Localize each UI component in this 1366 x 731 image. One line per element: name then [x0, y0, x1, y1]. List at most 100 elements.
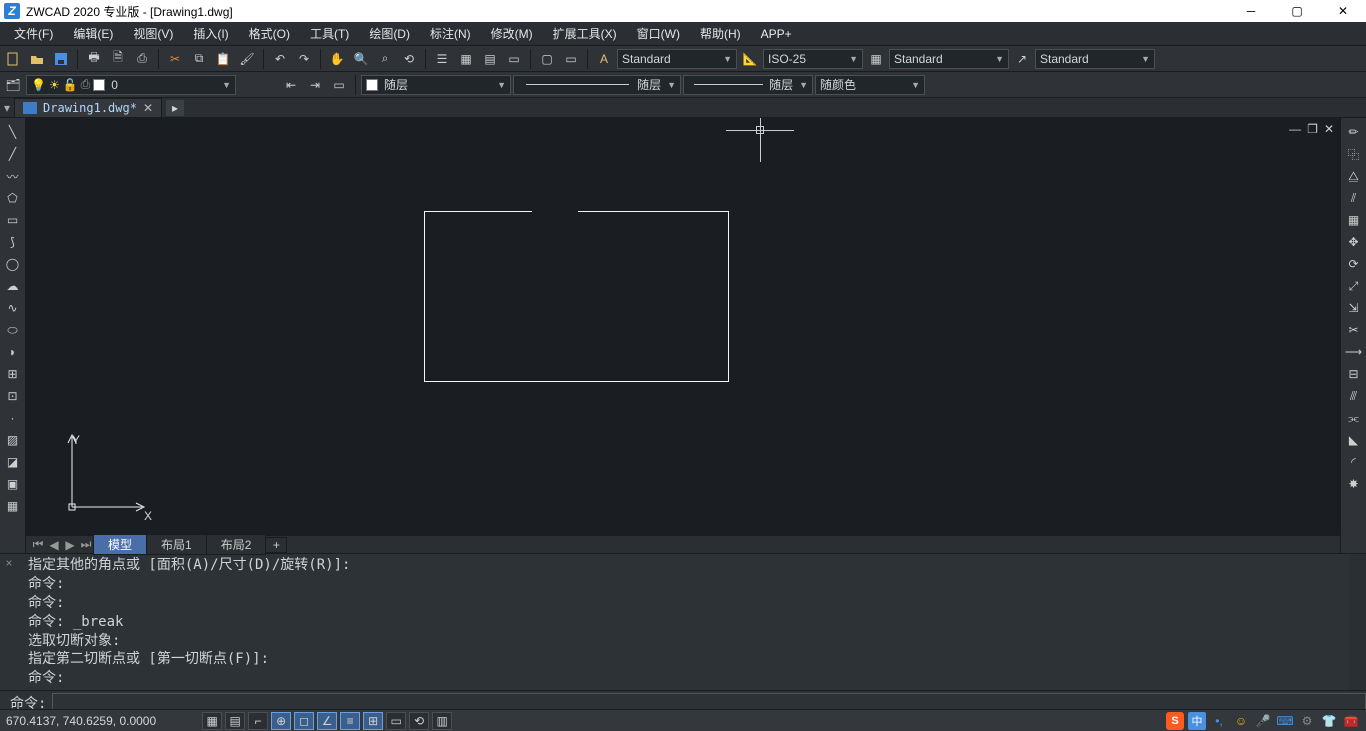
point-tool[interactable]: · — [3, 408, 23, 428]
erase-tool[interactable]: ✏ — [1344, 122, 1364, 142]
scale-tool[interactable]: ⤢ — [1344, 276, 1364, 296]
layout-tab-2[interactable]: 布局2 — [206, 534, 267, 555]
design-center-button[interactable]: ▦ — [455, 48, 477, 70]
polyline-tool[interactable]: 〰 — [3, 166, 23, 186]
tablestyle-dropdown[interactable]: Standard▼ — [889, 49, 1009, 69]
open-button[interactable] — [26, 48, 48, 70]
layout-last-button[interactable]: ⏭ — [78, 537, 94, 553]
table-tool[interactable]: ▦ — [3, 496, 23, 516]
layout-tab-model[interactable]: 模型 — [93, 534, 147, 555]
layer-manager-button[interactable]: 🗂 — [2, 74, 24, 96]
stretch-tool[interactable]: ⇲ — [1344, 298, 1364, 318]
menu-view[interactable]: 视图(V) — [123, 22, 183, 45]
chamfer-tool[interactable]: ◣ — [1344, 430, 1364, 450]
command-window-close-button[interactable]: × — [0, 554, 18, 690]
trim-tool[interactable]: ✂ — [1344, 320, 1364, 340]
revcloud-tool[interactable]: ☁ — [3, 276, 23, 296]
region-tool[interactable]: ▣ — [3, 474, 23, 494]
lwt-toggle[interactable]: ≡ — [340, 712, 360, 730]
offset-tool[interactable]: ⫽ — [1344, 188, 1364, 208]
cycling-toggle[interactable]: ⟲ — [409, 712, 429, 730]
mirror-tool[interactable]: ⧋ — [1344, 166, 1364, 186]
ortho-toggle[interactable]: ⌐ — [248, 712, 268, 730]
rotate-tool[interactable]: ⟳ — [1344, 254, 1364, 274]
copy-button[interactable]: ⧉ — [188, 48, 210, 70]
window-minimize-button[interactable]: ─ — [1228, 0, 1274, 22]
layout-next-button[interactable]: ▶ — [62, 537, 78, 553]
properties-panel-button[interactable]: ☰ — [431, 48, 453, 70]
model-toggle[interactable]: ▭ — [386, 712, 406, 730]
undo-button[interactable]: ↶ — [269, 48, 291, 70]
menu-help[interactable]: 帮助(H) — [690, 22, 751, 45]
plotstyle-dropdown[interactable]: 随颜色▼ — [815, 75, 925, 95]
fillet-tool[interactable]: ◜ — [1344, 452, 1364, 472]
break-at-point-tool[interactable]: ⊟ — [1344, 364, 1364, 384]
document-tab-close-button[interactable]: ✕ — [143, 101, 153, 115]
layout-tab-1[interactable]: 布局1 — [146, 534, 207, 555]
circle-tool[interactable]: ◯ — [3, 254, 23, 274]
layer-dropdown[interactable]: 💡 ☀ 🔓 ⎙ 0 ▼ — [26, 75, 236, 95]
make-block-tool[interactable]: ⊡ — [3, 386, 23, 406]
ime-punct-icon[interactable]: •, — [1210, 712, 1228, 730]
ime-language-badge[interactable]: 中 — [1188, 712, 1206, 730]
menu-window[interactable]: 窗口(W) — [627, 22, 690, 45]
menu-draw[interactable]: 绘图(D) — [359, 22, 420, 45]
otrack-toggle[interactable]: ∠ — [317, 712, 337, 730]
textstyle-icon[interactable]: A — [593, 48, 615, 70]
zoom-realtime-button[interactable]: 🔍 — [350, 48, 372, 70]
tablestyle-icon[interactable]: ▦ — [865, 48, 887, 70]
menu-file[interactable]: 文件(F) — [4, 22, 63, 45]
move-tool[interactable]: ✥ — [1344, 232, 1364, 252]
command-history[interactable]: 指定其他的角点或 [面积(A)/尺寸(D)/旋转(R)]: 命令: 命令: 命令… — [18, 554, 1350, 690]
snap-toggle[interactable]: ▦ — [202, 712, 222, 730]
lineweight-dropdown[interactable]: 随层▼ — [683, 75, 813, 95]
linetype-dropdown[interactable]: 随层▼ — [513, 75, 681, 95]
ime-voice-icon[interactable]: 🎤 — [1254, 712, 1272, 730]
spline-tool[interactable]: ∿ — [3, 298, 23, 318]
cut-button[interactable]: ✂ — [164, 48, 186, 70]
array-tool[interactable]: ▦ — [1344, 210, 1364, 230]
calculator-button[interactable]: ▭ — [503, 48, 525, 70]
ellipse-tool[interactable]: ⬭ — [3, 320, 23, 340]
explode-tool[interactable]: ✸ — [1344, 474, 1364, 494]
textstyle-dropdown[interactable]: Standard▼ — [617, 49, 737, 69]
insert-block-tool[interactable]: ⊞ — [3, 364, 23, 384]
zoom-window-button[interactable]: ⌕ — [374, 48, 396, 70]
coordinate-readout[interactable]: 670.4137, 740.6259, 0.0000 — [6, 714, 156, 728]
dimstyle-dropdown[interactable]: ISO-25▼ — [763, 49, 863, 69]
menu-app-plus[interactable]: APP+ — [751, 24, 802, 44]
menu-modify[interactable]: 修改(M) — [481, 22, 543, 45]
pan-button[interactable]: ✋ — [326, 48, 348, 70]
ime-toolbox-icon[interactable]: 🧰 — [1342, 712, 1360, 730]
arc-tool[interactable]: ⟆ — [3, 232, 23, 252]
ime-settings-icon[interactable]: ⚙ — [1298, 712, 1316, 730]
menu-format[interactable]: 格式(O) — [239, 22, 300, 45]
doctab-menu-arrow[interactable]: ▾ — [4, 101, 10, 115]
window-maximize-button[interactable]: ▢ — [1274, 0, 1320, 22]
doc-restore-button[interactable]: ❐ — [1307, 122, 1318, 136]
layout-first-button[interactable]: ⏮ — [30, 537, 46, 553]
new-document-tab-button[interactable]: ▸ — [166, 100, 184, 116]
menu-dimension[interactable]: 标注(N) — [420, 22, 481, 45]
gradient-tool[interactable]: ◪ — [3, 452, 23, 472]
print-button[interactable]: 🖶 — [83, 48, 105, 70]
menu-tools[interactable]: 工具(T) — [300, 22, 359, 45]
match-properties-button[interactable]: 🖌 — [236, 48, 258, 70]
line-tool[interactable]: ╲ — [3, 122, 23, 142]
dimstyle-icon[interactable]: 📐 — [739, 48, 761, 70]
extend-tool[interactable]: ⟶ — [1344, 342, 1364, 362]
grid-toggle[interactable]: ▤ — [225, 712, 245, 730]
hatch-tool[interactable]: ▨ — [3, 430, 23, 450]
osnap-toggle[interactable]: ◻ — [294, 712, 314, 730]
paste-button[interactable]: 📋 — [212, 48, 234, 70]
redo-button[interactable]: ↷ — [293, 48, 315, 70]
menu-insert[interactable]: 插入(I) — [183, 22, 238, 45]
doc-close-button[interactable]: ✕ — [1324, 122, 1334, 136]
polygon-tool[interactable]: ⬠ — [3, 188, 23, 208]
ellipse-arc-tool[interactable]: ◗ — [3, 342, 23, 362]
mleaderstyle-icon[interactable]: ↗ — [1011, 48, 1033, 70]
ime-skin-icon[interactable]: 👕 — [1320, 712, 1338, 730]
ime-emoji-icon[interactable]: ☺ — [1232, 712, 1250, 730]
menu-edit[interactable]: 编辑(E) — [63, 22, 123, 45]
tool-palette-button[interactable]: ▤ — [479, 48, 501, 70]
